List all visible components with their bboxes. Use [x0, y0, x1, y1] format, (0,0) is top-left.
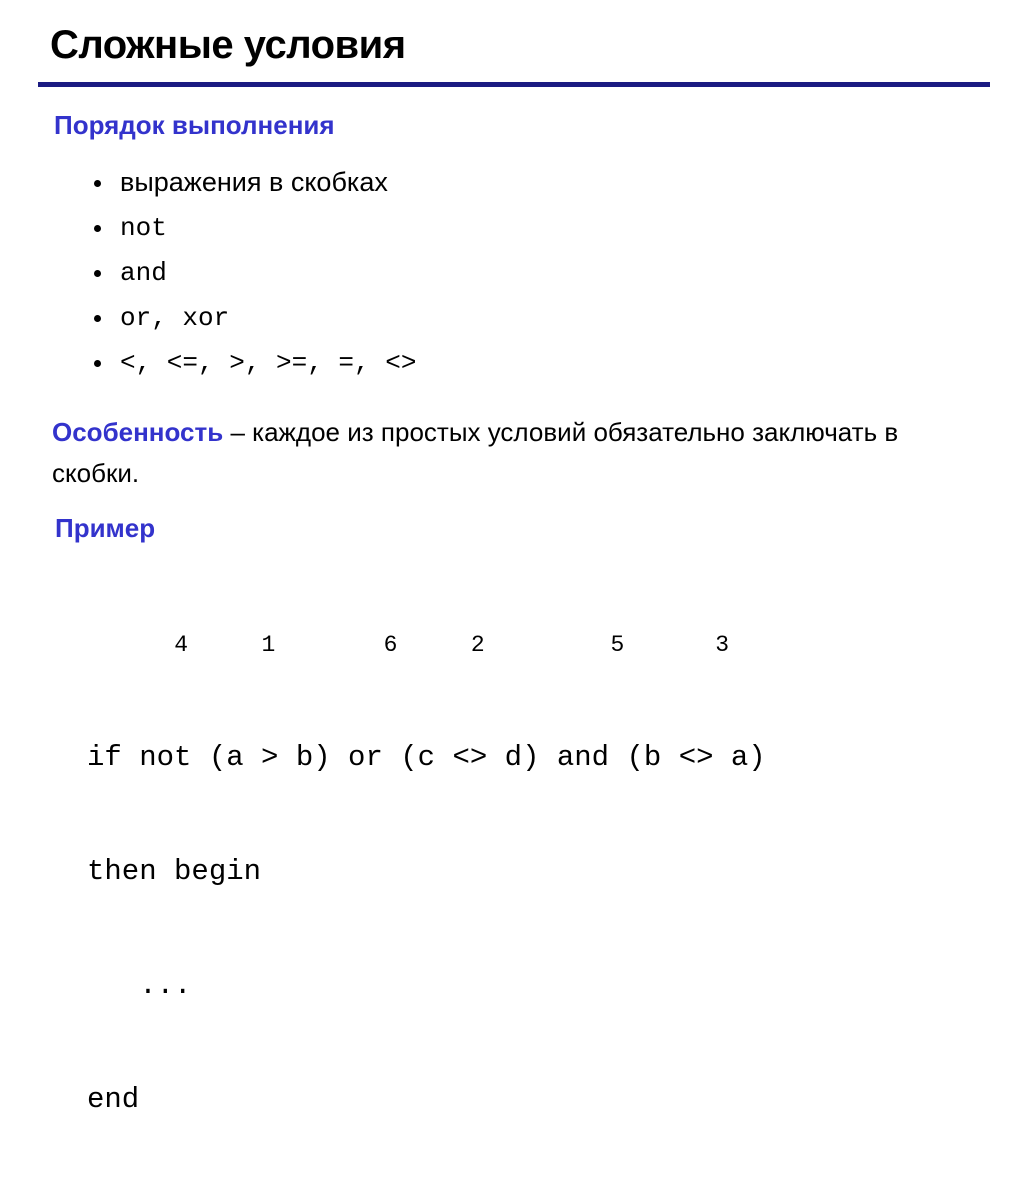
- evaluation-order-number: 2: [470, 632, 485, 658]
- bullet-dot-icon: [94, 359, 101, 367]
- list-item: выражения в скобках: [88, 160, 416, 205]
- list-item-label: not: [120, 212, 167, 243]
- list-item: <, <=, >, >=, =, <>: [88, 340, 416, 385]
- list-item-label: and: [120, 257, 167, 288]
- order-bullet-list: выражения в скобках not and or, xor <, <…: [88, 160, 416, 385]
- code-line: end: [87, 1083, 140, 1116]
- feature-paragraph: Особенность – каждое из простых условий …: [52, 412, 982, 494]
- evaluation-order-row: 4 1 6 2 5 3: [87, 627, 766, 663]
- order-section-heading: Порядок выполнения: [54, 110, 335, 140]
- code-line: ...: [87, 969, 192, 1002]
- list-item: or, xor: [88, 295, 416, 340]
- list-item: and: [88, 250, 416, 295]
- evaluation-order-number: 1: [261, 632, 276, 658]
- bullet-dot-icon: [94, 179, 101, 187]
- example-code-block: 4 1 6 2 5 3 if not (a > b) or (c <> d) and (b…: [87, 551, 766, 1195]
- evaluation-order-number: 5: [610, 632, 625, 658]
- code-line: then begin: [87, 855, 262, 888]
- feature-lead-term: Особенность: [52, 417, 224, 447]
- evaluation-order-number: 4: [174, 632, 189, 658]
- list-item-label: выражения в скобках: [120, 167, 388, 197]
- list-item-label: or, xor: [120, 302, 230, 333]
- evaluation-order-number: 3: [715, 632, 729, 658]
- page-title: Сложные условия: [50, 23, 406, 67]
- title-divider: [38, 82, 990, 87]
- example-section-heading: Пример: [55, 513, 156, 543]
- bullet-dot-icon: [94, 314, 101, 322]
- bullet-dot-icon: [94, 224, 101, 232]
- code-line: if not (a > b) or (c <> d) and (b <> a): [87, 741, 766, 774]
- bullet-dot-icon: [94, 269, 101, 277]
- slide: Сложные условия Порядок выполнения выраж…: [0, 0, 1024, 1116]
- list-item: not: [88, 205, 416, 250]
- list-item-label: <, <=, >, >=, =, <>: [120, 347, 417, 378]
- evaluation-order-number: 6: [383, 632, 398, 658]
